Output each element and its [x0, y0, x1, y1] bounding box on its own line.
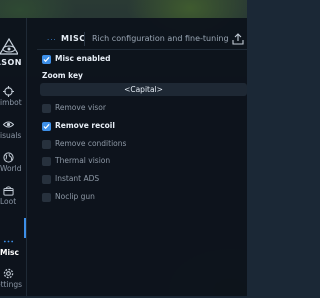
check-icon [43, 56, 50, 63]
main-panel [0, 18, 247, 296]
tab-title: MISC [61, 34, 86, 43]
chest-icon [3, 186, 14, 196]
zoom-key-field[interactable]: <Capital> [40, 83, 247, 96]
checkbox[interactable] [42, 175, 51, 184]
dots-icon [3, 240, 14, 243]
checkbox[interactable] [42, 122, 51, 131]
export-icon[interactable] [232, 33, 244, 45]
checkbox-label: Instant ADS [55, 174, 100, 183]
header-divider-line [37, 49, 247, 50]
header-divider [84, 32, 85, 46]
checkbox[interactable] [42, 193, 51, 202]
checkbox-label: Misc enabled [55, 54, 111, 63]
checkbox-label: Noclip gun [55, 192, 95, 201]
sidebar-item-misc[interactable]: Misc [0, 236, 22, 266]
sidebar-item-label: isuals [0, 131, 22, 140]
sidebar-item-label: imbot [0, 98, 22, 107]
sidebar-item-settings[interactable]: ettings [0, 268, 22, 298]
sidebar-item-aimbot[interactable]: imbot [0, 86, 22, 116]
eye-icon [3, 121, 14, 128]
sidebar: ASON imbot isuals World Loot [0, 18, 27, 296]
sidebar-item-label: ettings [0, 280, 22, 289]
zoom-key-value: <Capital> [124, 85, 163, 94]
sidebar-item-loot[interactable]: Loot [0, 185, 22, 215]
sidebar-item-visuals[interactable]: isuals [0, 119, 22, 149]
checkbox[interactable] [42, 104, 51, 113]
eye-triangle-icon [0, 38, 18, 55]
checkbox-label: Remove visor [55, 103, 106, 112]
globe-icon [3, 152, 14, 163]
crosshair-icon [3, 86, 14, 97]
checkbox-label: Remove recoil [55, 121, 115, 130]
sidebar-item-world[interactable]: World [0, 152, 22, 182]
sidebar-item-label: Misc [0, 248, 19, 257]
zoom-key-label: Zoom key [42, 71, 83, 80]
sidebar-item-label: World [0, 164, 22, 173]
checkbox[interactable] [42, 55, 51, 64]
tab-subtitle: Rich configuration and fine-tuning [92, 34, 229, 43]
checkbox[interactable] [42, 140, 51, 149]
checkbox-label: Thermal vision [55, 156, 111, 165]
checkbox-label: Remove conditions [55, 139, 127, 148]
brand-name: ASON [0, 58, 22, 67]
sidebar-item-label: Loot [0, 197, 17, 206]
tab-header: ··· MISC Rich configuration and fine-tun… [37, 31, 247, 47]
check-icon [43, 123, 50, 130]
checkbox[interactable] [42, 157, 51, 166]
active-indicator [24, 218, 26, 238]
tab-dots: ··· [47, 36, 57, 44]
gear-icon [3, 268, 14, 279]
